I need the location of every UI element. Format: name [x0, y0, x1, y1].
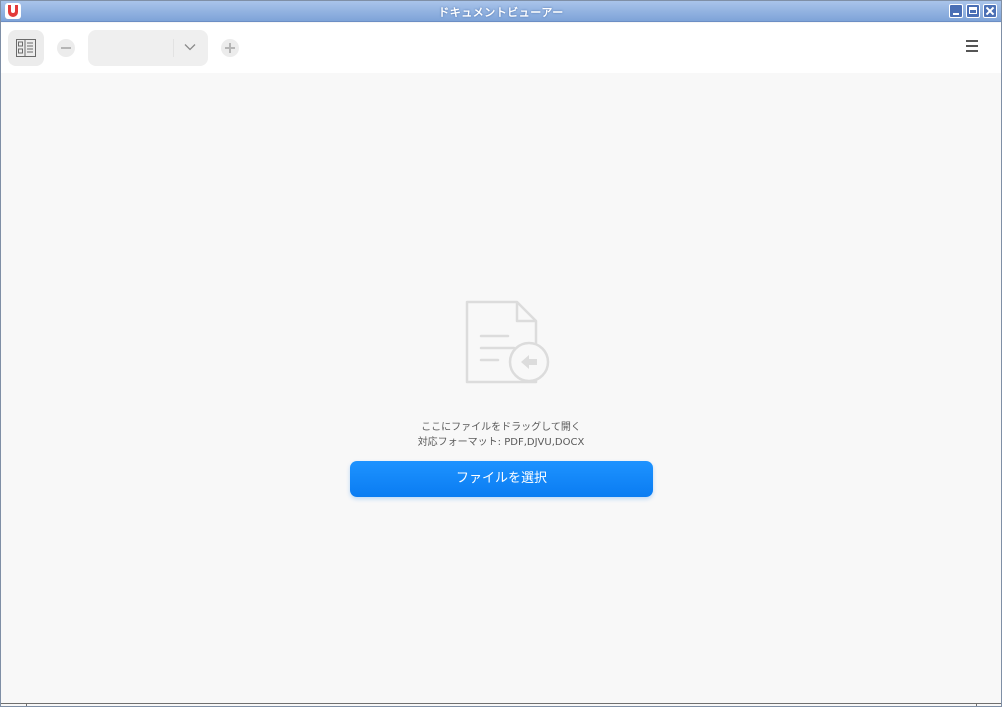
title-bar[interactable]: ドキュメントビューアー [1, 1, 1001, 22]
thumbnails-icon [16, 39, 36, 57]
supported-formats-text: 対応フォーマット: PDF,DJVU,DOCX [417, 437, 585, 448]
minimize-window-button[interactable] [949, 4, 963, 18]
drop-hint-text: ここにファイルをドラッグして開く [421, 422, 581, 433]
drop-area[interactable]: ここにファイルをドラッグして開く 対応フォーマット: PDF,DJVU,DOCX… [1, 73, 1001, 703]
zoom-out-button[interactable] [57, 39, 75, 57]
hamburger-menu-icon [966, 40, 980, 52]
document-viewer-window: ドキュメントビューアー ここにファイルをドラッグして開く 対応フォーマット: P… [0, 0, 1002, 707]
bottom-border [1, 703, 1001, 706]
zoom-level-select[interactable] [88, 30, 208, 66]
close-window-button[interactable] [983, 4, 997, 18]
bottom-right-tick [976, 703, 977, 706]
chevron-down-icon[interactable] [184, 41, 196, 53]
main-menu-button[interactable] [966, 40, 980, 54]
window-title: ドキュメントビューアー [438, 6, 564, 19]
maximize-window-button[interactable] [966, 4, 980, 18]
bottom-left-tick [26, 703, 27, 706]
thumbnails-button[interactable] [8, 30, 44, 66]
zoom-in-button[interactable] [221, 39, 239, 57]
toolbar [1, 23, 1001, 73]
zoom-select-divider [173, 39, 174, 57]
select-file-button[interactable]: ファイルを選択 [350, 461, 653, 497]
document-import-icon [465, 300, 550, 384]
